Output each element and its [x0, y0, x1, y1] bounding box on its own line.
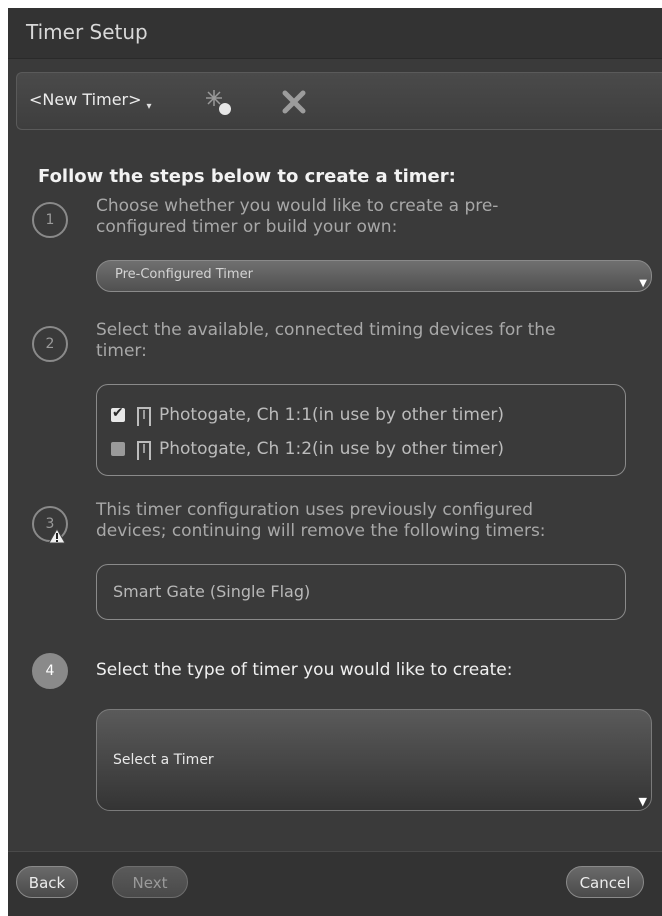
title-bar: Timer Setup: [8, 8, 662, 59]
step-2-text: Select the available, connected timing d…: [96, 320, 556, 362]
footer-bar: Back Next Cancel: [8, 851, 662, 916]
device-checkbox[interactable]: [111, 442, 125, 456]
warning-icon: [48, 528, 66, 544]
close-icon[interactable]: [279, 87, 309, 117]
timer-type-dropdown[interactable]: Pre-Configured Timer ▼: [96, 260, 652, 292]
step-4-text: Select the type of timer you would like …: [96, 660, 512, 681]
timers-to-remove-box: Smart Gate (Single Flag): [96, 564, 626, 620]
chevron-down-icon: ▼: [639, 278, 647, 289]
select-timer-label: Select a Timer: [113, 752, 214, 768]
select-timer-dropdown[interactable]: Select a Timer ▼: [96, 709, 652, 811]
step-3-line1: This timer configuration uses previously…: [96, 500, 533, 520]
step-2-line1: Select the available, connected timing d…: [96, 320, 556, 340]
photogate-icon: [137, 441, 151, 460]
cancel-button[interactable]: Cancel: [566, 866, 644, 898]
device-list: ✔ Photogate, Ch 1:1(in use by other time…: [96, 384, 626, 476]
window-title: Timer Setup: [26, 20, 148, 44]
device-checkbox[interactable]: ✔: [111, 405, 125, 422]
device-label: Photogate, Ch 1:1(in use by other timer): [159, 405, 505, 425]
step-1-text: Choose whether you would like to create …: [96, 196, 498, 238]
step-1-line2: configured timer or build your own:: [96, 217, 398, 237]
step-4-indicator: 4: [32, 653, 68, 689]
chevron-down-icon: ▾: [146, 101, 152, 112]
photogate-icon: [137, 407, 151, 426]
step-1-line1: Choose whether you would like to create …: [96, 196, 499, 216]
device-label: Photogate, Ch 1:2(in use by other timer): [159, 439, 505, 459]
chevron-down-icon: ▼: [638, 795, 647, 808]
toolbar: <New Timer> ▾: [16, 72, 662, 130]
timer-setup-panel: Timer Setup <New Timer> ▾ Follow the ste…: [8, 8, 662, 916]
step-2-indicator: 2: [32, 326, 68, 362]
instructions-heading: Follow the steps below to create a timer…: [38, 166, 456, 187]
new-timer-icon[interactable]: [203, 87, 235, 119]
timer-select-label: <New Timer>: [29, 90, 142, 109]
step-3-line2: devices; continuing will remove the foll…: [96, 521, 546, 541]
back-button[interactable]: Back: [16, 866, 78, 898]
timer-type-value: Pre-Configured Timer: [115, 267, 253, 282]
step-4-line1: Select the type of timer you would like …: [96, 660, 513, 680]
next-button[interactable]: Next: [112, 866, 188, 898]
step-2-line2: timer:: [96, 341, 147, 361]
timer-select-dropdown[interactable]: <New Timer> ▾: [29, 90, 152, 112]
step-3-text: This timer configuration uses previously…: [96, 500, 546, 542]
step-1-indicator: 1: [32, 202, 68, 238]
timer-to-remove: Smart Gate (Single Flag): [113, 582, 311, 601]
